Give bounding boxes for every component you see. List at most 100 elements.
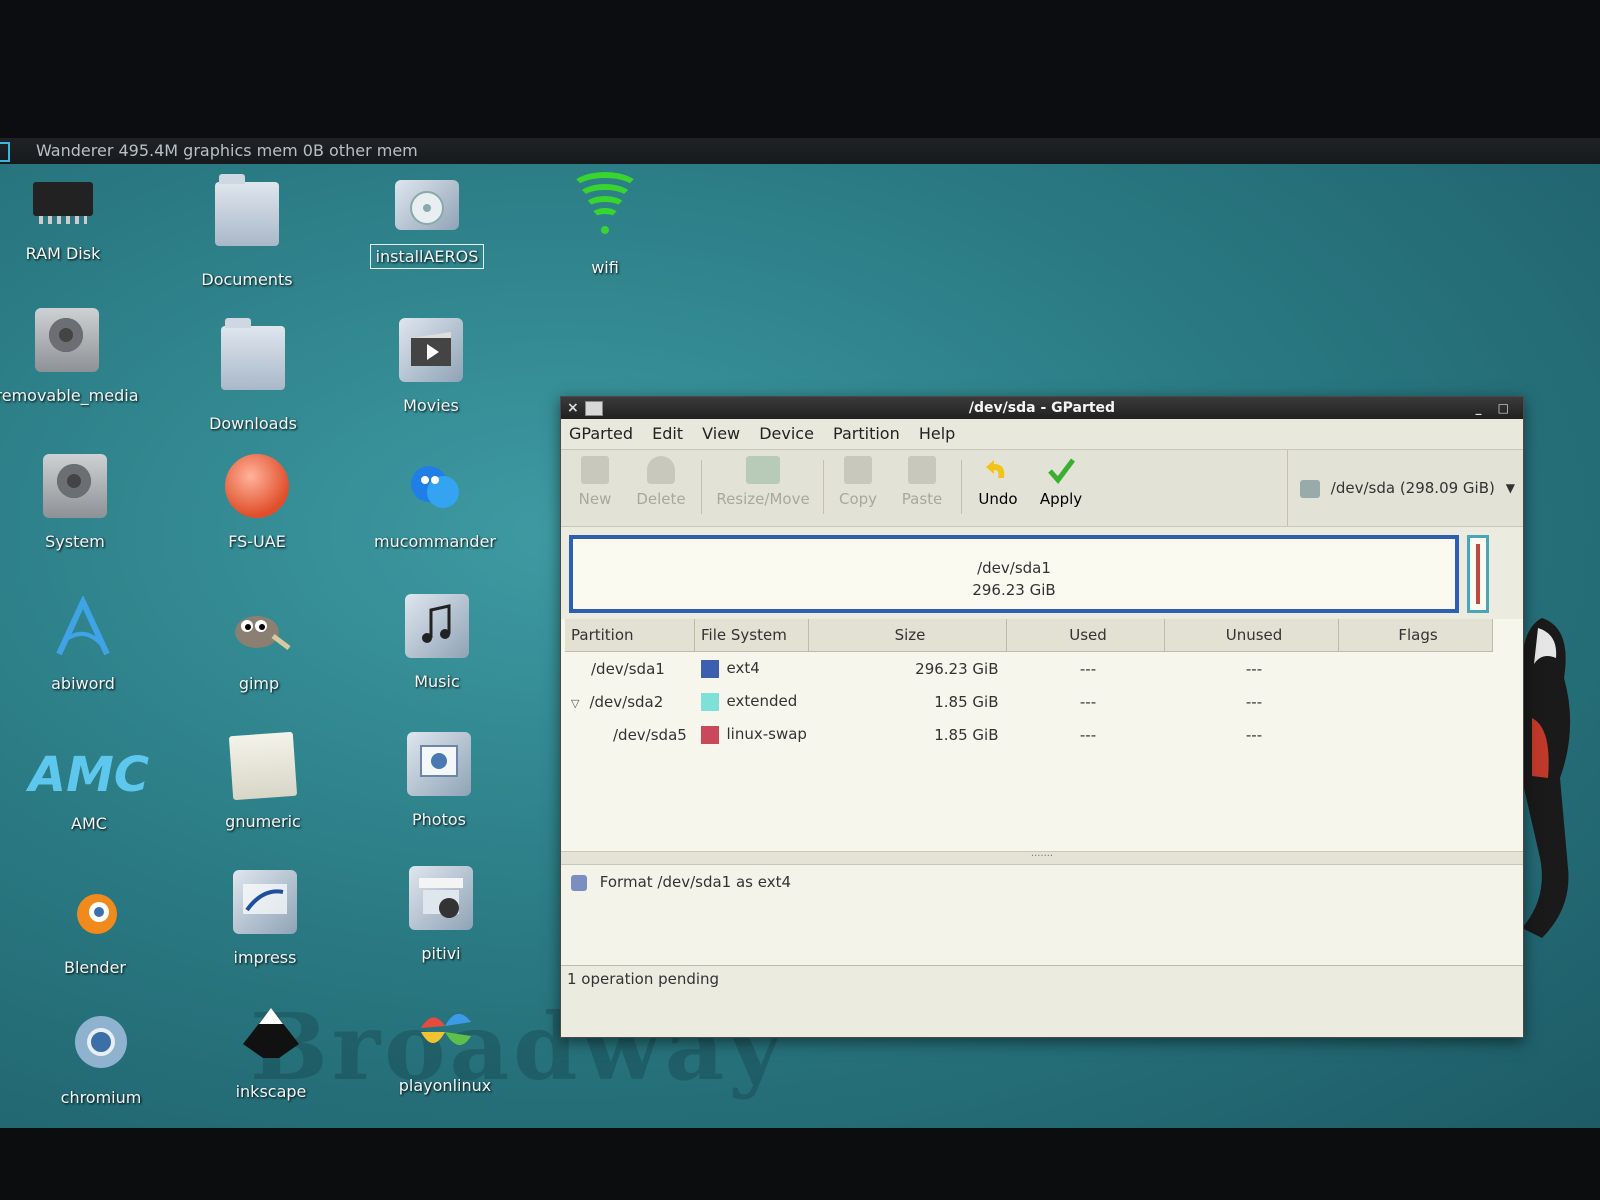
desktop-icon-inkscape[interactable]: inkscape (196, 1004, 346, 1101)
desktop-icon-music[interactable]: Music (362, 594, 512, 691)
menu-gparted[interactable]: GParted (569, 424, 633, 443)
desktop-screen: Broadway Wanderer 495.4M graphics mem 0B… (0, 138, 1600, 1128)
menu-edit[interactable]: Edit (652, 424, 683, 443)
memory-status: Wanderer 495.4M graphics mem 0B other me… (36, 141, 418, 160)
hard-disk-icon (35, 308, 99, 372)
menu-bar: GParted Edit View Device Partition Help (561, 419, 1523, 450)
menu-help[interactable]: Help (919, 424, 955, 443)
window-app-icon (585, 401, 603, 416)
col-size[interactable]: Size (808, 619, 1007, 652)
window-title: /dev/sda - GParted (968, 400, 1116, 416)
fs-color-swatch (700, 659, 719, 678)
desktop-icon-amc[interactable]: AMC AMC (14, 750, 164, 833)
desktop-icon-mucommander[interactable]: mucommander (360, 454, 510, 551)
format-operation-icon (571, 874, 587, 891)
photos-icon (407, 732, 471, 796)
close-icon[interactable]: × (567, 397, 579, 419)
col-file-system[interactable]: File System (694, 619, 809, 652)
wanderer-corner-icon (0, 142, 10, 162)
expander-triangle-icon[interactable]: ▽ (571, 697, 579, 710)
col-partition[interactable]: Partition (565, 619, 695, 652)
fs-color-swatch (700, 725, 719, 744)
window-controls[interactable]: _ □ (1475, 397, 1515, 419)
desktop-icon-downloads[interactable]: Downloads (178, 316, 328, 433)
music-note-icon (405, 594, 469, 658)
inkscape-icon (239, 1004, 303, 1068)
desktop-icon-pitivi[interactable]: pitivi (366, 866, 516, 963)
wifi-icon (569, 172, 641, 244)
desktop-icon-impress[interactable]: impress (190, 870, 340, 967)
menu-view[interactable]: View (702, 424, 740, 443)
gnumeric-sheet-icon (228, 731, 298, 801)
menu-partition[interactable]: Partition (833, 424, 900, 443)
new-button[interactable]: New (573, 456, 617, 508)
desktop-icon-chromium[interactable]: chromium (26, 1010, 176, 1107)
desktop-icon-gimp[interactable]: gimp (184, 596, 334, 693)
desktop-icon-system[interactable]: System (0, 454, 150, 551)
desktop-icon-playonlinux[interactable]: playonlinux (370, 998, 520, 1095)
col-unused[interactable]: Unused (1164, 619, 1339, 652)
col-flags[interactable]: Flags (1338, 619, 1493, 652)
desktop-icon-gnumeric[interactable]: gnumeric (188, 731, 338, 831)
toolbar: New Delete Resize/Move Copy Paste Undo A… (561, 450, 1523, 527)
new-page-icon (581, 456, 609, 484)
resize-move-button[interactable]: Resize/Move (711, 456, 815, 508)
chromium-icon (69, 1010, 133, 1074)
undo-button[interactable]: Undo (973, 456, 1023, 508)
impress-icon (233, 870, 297, 934)
downloads-folder-icon (221, 318, 285, 390)
desktop-icon-fs-uae[interactable]: FS-UAE (182, 454, 332, 551)
hard-disk-icon (43, 454, 107, 518)
trash-icon (647, 456, 675, 484)
wanderer-title-bar: Wanderer 495.4M graphics mem 0B other me… (0, 138, 1600, 164)
list-item[interactable]: Format /dev/sda1 as ext4 (571, 873, 1513, 891)
pane-splitter[interactable]: ······· (561, 851, 1523, 865)
playonlinux-icon (413, 998, 477, 1062)
partition-map: /dev/sda1 296.23 GiB (561, 527, 1523, 619)
mucommander-icon (403, 454, 467, 518)
col-used[interactable]: Used (1006, 619, 1165, 652)
menu-device[interactable]: Device (759, 424, 814, 443)
paste-button[interactable]: Paste (897, 456, 947, 508)
partition-bar-extended[interactable] (1467, 535, 1489, 613)
delete-button[interactable]: Delete (631, 456, 691, 508)
blender-icon (63, 880, 127, 944)
checkmark-icon (1047, 456, 1075, 484)
table-row[interactable]: /dev/sda5 linux-swap 1.85 GiB --- --- (565, 718, 1493, 751)
undo-arrow-icon (984, 456, 1012, 484)
gimp-icon (227, 596, 291, 660)
partition-bar-sda1[interactable]: /dev/sda1 296.23 GiB (569, 535, 1459, 613)
desktop-icon-wifi[interactable]: wifi (530, 172, 680, 277)
desktop-icon-movies[interactable]: Movies (356, 318, 506, 415)
copy-button[interactable]: Copy (833, 456, 883, 508)
desktop-icon-photos[interactable]: Photos (364, 732, 514, 829)
documents-folder-icon (215, 174, 279, 246)
resize-arrows-icon (746, 456, 780, 484)
fs-color-swatch (700, 692, 719, 711)
desktop-icon-documents[interactable]: Documents (172, 172, 322, 289)
fs-uae-ball-icon (225, 454, 289, 518)
partition-list: Partition File System Size Used Unused F… (561, 619, 1523, 851)
apply-button[interactable]: Apply (1035, 456, 1087, 508)
pending-operations-list: Format /dev/sda1 as ext4 (561, 865, 1523, 965)
table-row[interactable]: /dev/sda1 ext4 296.23 GiB --- --- (565, 652, 1493, 686)
pitivi-icon (409, 866, 473, 930)
install-disc-icon (395, 180, 459, 230)
desktop-icon-abiword[interactable]: abiword (8, 594, 158, 693)
desktop-icon-removable-media[interactable]: removable_media (0, 308, 142, 405)
monitor-bezel (0, 1128, 1600, 1200)
desktop-icon-blender[interactable]: Blender (20, 880, 170, 977)
table-row[interactable]: ▽/dev/sda2 extended 1.85 GiB --- --- (565, 685, 1493, 718)
status-bar: 1 operation pending (561, 965, 1523, 992)
device-selector[interactable]: /dev/sda (298.09 GiB) ▼ (1287, 450, 1523, 526)
chevron-down-icon[interactable]: ▼ (1506, 450, 1515, 526)
ram-chip-icon (33, 182, 93, 224)
window-titlebar[interactable]: × /dev/sda - GParted _ □ (561, 397, 1523, 419)
paste-clipboard-icon (908, 456, 936, 484)
gparted-window[interactable]: × /dev/sda - GParted _ □ GParted Edit Vi… (560, 396, 1524, 1038)
hard-disk-icon (1300, 479, 1320, 498)
abiword-icon (51, 594, 115, 660)
desktop-icon-ram-disk[interactable]: RAM Disk (0, 172, 138, 263)
copy-icon (844, 456, 872, 484)
desktop-icon-installaeros[interactable]: installAEROS (352, 172, 502, 269)
